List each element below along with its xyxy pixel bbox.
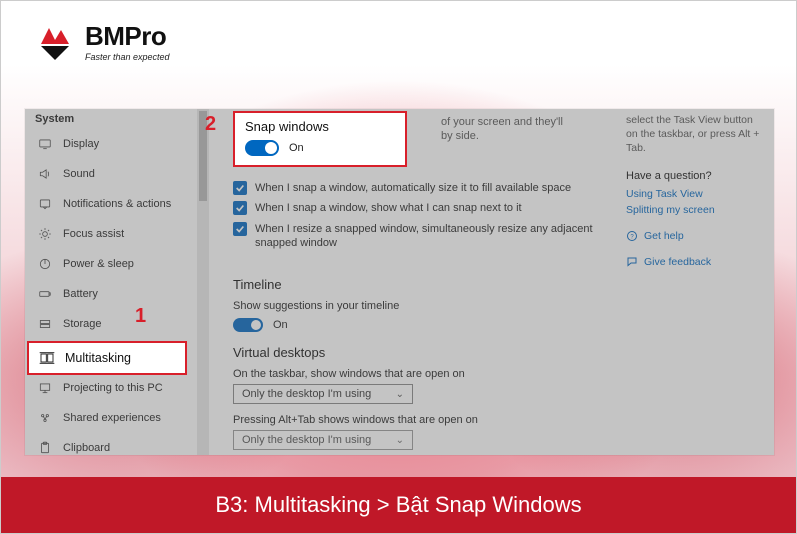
vd-taskbar-select[interactable]: Only the desktop I'm using ⌄ [233, 384, 413, 404]
timeline-heading: Timeline [233, 277, 399, 292]
snap-windows-state: On [289, 142, 304, 154]
sidebar-item-label: Shared experiences [63, 412, 161, 424]
snap-option-label: When I resize a snapped window, simultan… [255, 222, 594, 251]
snap-intro-fragment: of your screen and they'll by side. [441, 115, 563, 144]
sidebar-item-label: Projecting to this PC [63, 382, 163, 394]
sidebar-item-display[interactable]: Display [25, 129, 195, 159]
storage-icon [37, 316, 53, 332]
timeline-toggle[interactable] [233, 318, 263, 332]
window-title: System [35, 113, 74, 125]
settings-sidebar: Display Sound Notifications & actions Focus… [25, 127, 195, 455]
brand-name: BMPro [85, 21, 170, 52]
chevron-down-icon: ⌄ [396, 435, 404, 446]
shared-icon [37, 410, 53, 426]
vd-alttab-select[interactable]: Only the desktop I'm using ⌄ [233, 430, 413, 450]
sidebar-scrollbar[interactable] [197, 109, 209, 455]
sound-icon [37, 166, 53, 182]
sidebar-item-label: Power & sleep [63, 258, 134, 270]
snap-windows-toggle[interactable] [245, 140, 279, 156]
sidebar-item-label: Sound [63, 168, 95, 180]
timeline-desc: Show suggestions in your timeline [233, 300, 399, 312]
give-feedback-link[interactable]: Give feedback [626, 256, 766, 268]
help-icon: ? [626, 230, 638, 242]
multitasking-label: Multitasking [65, 351, 131, 365]
focus-icon [37, 226, 53, 242]
sidebar-item-battery[interactable]: Battery [25, 279, 195, 309]
sidebar-item-label: Clipboard [63, 442, 110, 454]
snap-windows-card: Snap windows On [233, 111, 407, 167]
sidebar-item-notifications[interactable]: Notifications & actions [25, 189, 195, 219]
display-icon [37, 136, 53, 152]
virtual-desktops-section: Virtual desktops On the taskbar, show wi… [233, 345, 478, 450]
help-panel: select the Task View button on the taskb… [626, 113, 766, 268]
caption-text: B3: Multitasking > Bật Snap Windows [215, 492, 581, 518]
logo-mark-icon [35, 22, 75, 62]
callout-number-1: 1 [135, 305, 146, 328]
sidebar-item-sound[interactable]: Sound [25, 159, 195, 189]
help-link[interactable]: Splitting my screen [626, 204, 766, 216]
sidebar-item-focus[interactable]: Focus assist [25, 219, 195, 249]
tutorial-caption: B3: Multitasking > Bật Snap Windows [1, 477, 796, 533]
snap-windows-heading: Snap windows [245, 119, 395, 134]
clipboard-icon [37, 440, 53, 455]
multitasking-icon [39, 350, 55, 366]
svg-text:?: ? [630, 234, 634, 240]
sidebar-item-clipboard[interactable]: Clipboard [25, 433, 195, 455]
virtual-desktops-heading: Virtual desktops [233, 345, 478, 360]
sidebar-item-label: Storage [63, 318, 102, 330]
sidebar-item-label: Battery [63, 288, 98, 300]
vd-taskbar-value: Only the desktop I'm using [242, 388, 371, 400]
vd-taskbar-label: On the taskbar, show windows that are op… [233, 368, 478, 380]
sidebar-item-storage[interactable]: Storage [25, 309, 195, 339]
checkbox-checked-icon[interactable] [233, 222, 247, 236]
battery-icon [37, 286, 53, 302]
timeline-state: On [273, 319, 288, 331]
snap-option-label: When I snap a window, automatically size… [255, 181, 571, 195]
vd-alttab-value: Only the desktop I'm using [242, 434, 371, 446]
notifications-icon [37, 196, 53, 212]
feedback-icon [626, 256, 638, 268]
power-icon [37, 256, 53, 272]
brand-logo: BMPro Faster than expected [35, 21, 170, 62]
timeline-section: Timeline Show suggestions in your timeli… [233, 277, 399, 332]
snap-option[interactable]: When I snap a window, show what I can sn… [233, 201, 594, 215]
checkbox-checked-icon[interactable] [233, 181, 247, 195]
help-question: Have a question? [626, 170, 766, 182]
sidebar-item-shared[interactable]: Shared experiences [25, 403, 195, 433]
brand-tagline: Faster than expected [85, 52, 170, 62]
sidebar-item-multitasking-highlight[interactable]: Multitasking [27, 341, 187, 375]
snap-option[interactable]: When I resize a snapped window, simultan… [233, 222, 594, 251]
callout-number-2: 2 [205, 113, 216, 136]
sidebar-item-label: Display [63, 138, 99, 150]
get-help-link[interactable]: ? Get help [626, 230, 766, 242]
projecting-icon [37, 380, 53, 396]
help-tip: select the Task View button on the taskb… [626, 113, 766, 156]
snap-options-list: When I snap a window, automatically size… [233, 181, 594, 256]
settings-window: System Display Sound Notifications & actio… [25, 109, 774, 455]
sidebar-item-label: Notifications & actions [63, 198, 171, 210]
chevron-down-icon: ⌄ [396, 389, 404, 400]
sidebar-item-projecting[interactable]: Projecting to this PC [25, 373, 195, 403]
snap-option[interactable]: When I snap a window, automatically size… [233, 181, 594, 195]
sidebar-item-label: Focus assist [63, 228, 124, 240]
checkbox-checked-icon[interactable] [233, 201, 247, 215]
sidebar-item-power[interactable]: Power & sleep [25, 249, 195, 279]
settings-content: of your screen and they'll by side. Snap… [213, 109, 774, 455]
snap-option-label: When I snap a window, show what I can sn… [255, 201, 522, 215]
help-link[interactable]: Using Task View [626, 188, 766, 200]
vd-alttab-label: Pressing Alt+Tab shows windows that are … [233, 414, 478, 426]
